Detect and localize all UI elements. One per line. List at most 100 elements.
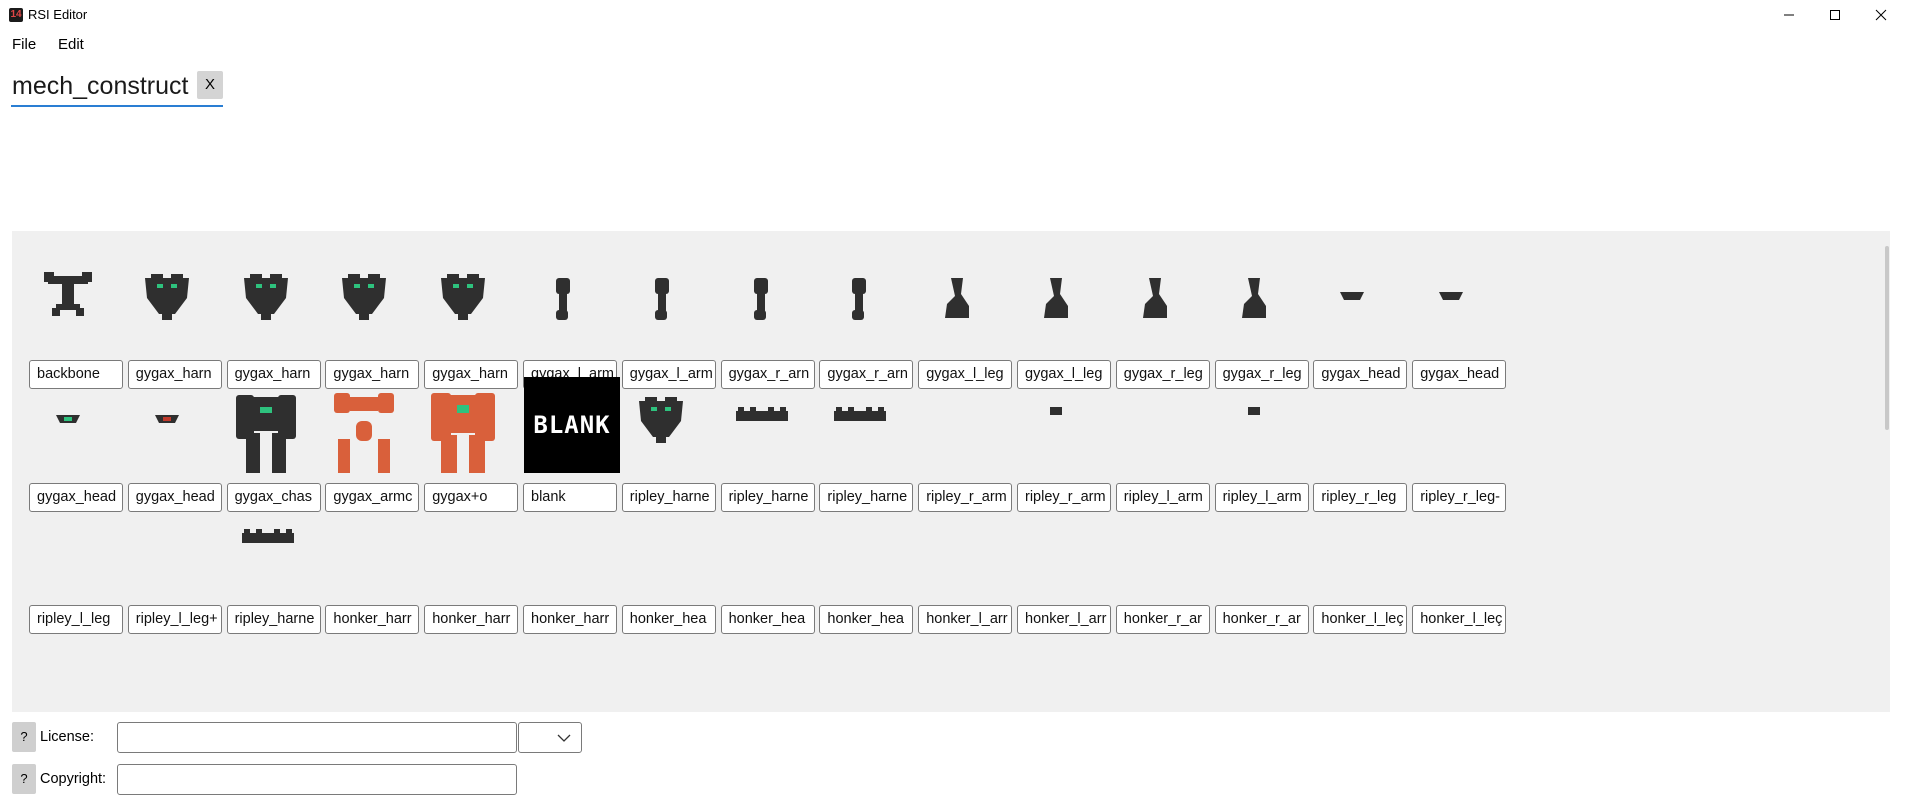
state-preview	[117, 377, 217, 491]
tab-mech-construct[interactable]: mech_construct X	[11, 69, 223, 107]
state-tile[interactable]: honker_r_ar	[1204, 499, 1309, 648]
state-tile[interactable]: honker_hea	[710, 499, 815, 648]
minimize-icon	[1784, 14, 1794, 16]
state-preview	[413, 377, 513, 491]
state-preview	[413, 254, 513, 368]
state-preview	[1105, 499, 1205, 613]
state-preview	[314, 254, 414, 368]
state-preview	[808, 499, 908, 613]
state-name-field[interactable]: ripley_harne	[226, 605, 321, 634]
state-tile[interactable]: honker_l_arr	[907, 499, 1013, 648]
state-tile[interactable]: honker_hea	[611, 499, 716, 648]
app-logo-icon: 14	[9, 8, 23, 22]
state-preview	[611, 254, 711, 368]
copyright-input[interactable]	[117, 764, 517, 795]
state-name-field[interactable]: honker_harr	[424, 605, 519, 634]
state-preview	[413, 499, 513, 613]
state-preview	[1006, 377, 1106, 491]
state-tile[interactable]: honker_harr	[512, 499, 617, 648]
state-preview: BLANK	[512, 376, 620, 491]
state-name-field[interactable]: honker_harr	[523, 605, 617, 634]
state-preview	[1105, 254, 1205, 368]
state-name-field[interactable]: ripley_l_leg	[29, 605, 123, 634]
armor-sprite	[334, 392, 395, 473]
arm-sprite	[852, 278, 867, 320]
harness-flat-sprite	[241, 529, 294, 543]
state-name-field[interactable]: honker_r_ar	[1115, 605, 1210, 634]
menu-file[interactable]: File	[12, 36, 36, 53]
state-tile[interactable]: honker_l_leç	[1401, 499, 1507, 648]
state-preview	[611, 377, 711, 491]
state-name-field[interactable]: honker_hea	[720, 605, 815, 634]
license-input[interactable]	[117, 722, 517, 753]
copyright-help-button[interactable]: ?	[12, 764, 36, 794]
state-preview	[1401, 499, 1501, 613]
state-preview	[18, 254, 118, 368]
state-name-field[interactable]: honker_l_arr	[1017, 605, 1111, 634]
minimize-button[interactable]	[1766, 0, 1812, 30]
state-preview	[512, 499, 612, 613]
state-preview	[710, 377, 810, 491]
state-preview	[1302, 499, 1402, 613]
chassis-sprite	[235, 394, 296, 473]
state-tile[interactable]: ripley_harne	[216, 499, 321, 648]
license-dropdown[interactable]	[518, 722, 582, 753]
state-preview	[808, 254, 908, 368]
state-name-field[interactable]: honker_hea	[621, 605, 716, 634]
harness-flat-sprite	[834, 406, 887, 421]
state-name-field[interactable]: honker_hea	[819, 605, 914, 634]
leg-sprite	[1241, 278, 1266, 318]
close-window-button[interactable]	[1858, 0, 1904, 30]
state-preview	[1006, 499, 1106, 613]
state-tile[interactable]: honker_l_arr	[1006, 499, 1111, 648]
leg-sprite	[945, 278, 970, 318]
leg-sprite	[1044, 278, 1068, 318]
state-name-field[interactable]: honker_harr	[325, 605, 420, 634]
tab-label: mech_construct	[12, 72, 189, 100]
full-mech-sprite	[431, 392, 496, 473]
state-name-field[interactable]: honker_l_arr	[918, 605, 1013, 634]
state-preview	[216, 499, 316, 613]
close-icon	[1875, 9, 1887, 21]
license-label: License:	[40, 729, 95, 745]
state-preview	[1006, 254, 1106, 368]
state-name-field[interactable]: honker_l_leç	[1313, 605, 1408, 634]
harness-sprite	[342, 274, 387, 320]
state-tile[interactable]: ripley_l_leg	[18, 499, 123, 648]
state-tile[interactable]: honker_harr	[413, 499, 519, 648]
state-preview	[907, 499, 1007, 613]
state-tile[interactable]: honker_harr	[314, 499, 420, 648]
state-name-field[interactable]: ripley_l_leg+	[127, 605, 222, 634]
state-preview	[808, 377, 908, 491]
state-tile[interactable]: honker_r_ar	[1105, 499, 1210, 648]
copyright-label: Copyright:	[40, 771, 107, 787]
harness-flat-sprite	[735, 406, 788, 421]
state-preview	[117, 254, 217, 368]
state-tile[interactable]: honker_l_leç	[1302, 499, 1408, 648]
state-preview	[512, 254, 612, 368]
maximize-button[interactable]	[1812, 0, 1858, 30]
harness-sprite	[441, 274, 486, 320]
head-sprite	[56, 414, 80, 423]
state-preview	[1204, 499, 1304, 613]
state-tile[interactable]: ripley_l_leg+	[117, 499, 222, 648]
state-preview	[1105, 377, 1205, 491]
small-part-sprite	[1050, 406, 1062, 415]
state-preview	[710, 499, 810, 613]
state-preview	[18, 499, 118, 613]
state-preview	[907, 254, 1007, 368]
state-preview	[216, 377, 316, 491]
state-preview	[1204, 254, 1304, 368]
tab-close-button[interactable]: X	[197, 71, 223, 99]
state-preview	[1302, 377, 1402, 491]
vertical-scrollbar[interactable]	[1885, 246, 1889, 430]
state-name-field[interactable]: honker_r_ar	[1214, 605, 1309, 634]
state-tile[interactable]: honker_hea	[808, 499, 914, 648]
state-name-field[interactable]: honker_l_leç	[1412, 605, 1507, 634]
window-title: RSI Editor	[28, 7, 88, 22]
head-sprite	[1439, 292, 1464, 300]
head-sprite	[154, 414, 179, 423]
license-help-button[interactable]: ?	[12, 722, 36, 752]
arm-sprite	[753, 278, 768, 320]
menu-edit[interactable]: Edit	[58, 36, 84, 53]
